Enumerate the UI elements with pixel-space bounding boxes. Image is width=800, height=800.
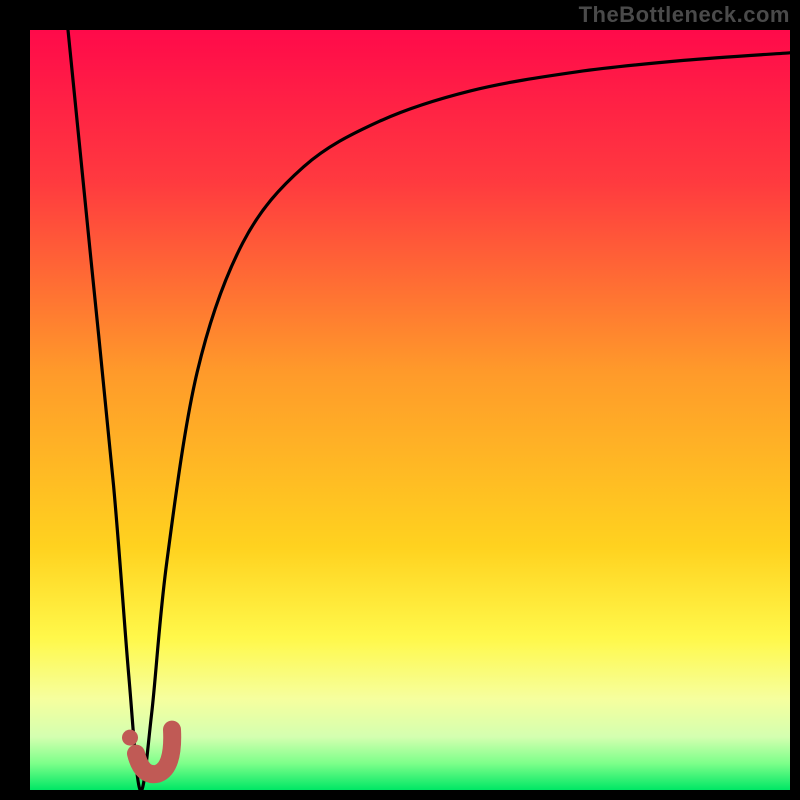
curve-layer [30, 30, 790, 790]
plot-area [30, 30, 790, 790]
bottleneck-curve [68, 30, 790, 790]
watermark-text: TheBottleneck.com [579, 2, 790, 28]
chart-frame: TheBottleneck.com [0, 0, 800, 800]
